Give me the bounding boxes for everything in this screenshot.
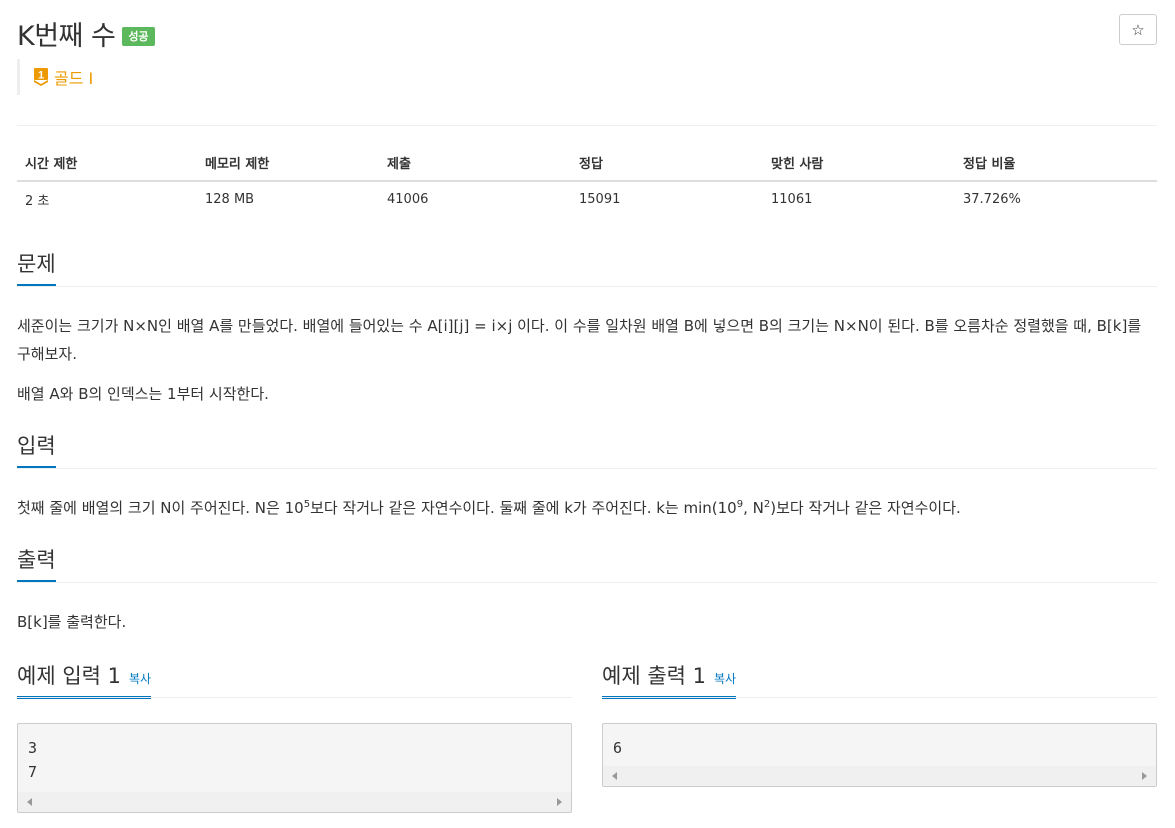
sample-output-content: 6 xyxy=(613,739,623,757)
star-icon: ☆ xyxy=(1131,20,1145,39)
scroll-right-icon[interactable] xyxy=(1142,772,1147,780)
gold-tier-icon: 1 xyxy=(33,67,49,87)
header-time-limit: 시간 제한 xyxy=(17,144,197,182)
tier-number: 1 xyxy=(38,70,44,82)
description-text: 세준이는 크기가 N×N인 배열 A를 만들었다. 배열에 들어있는 수 A[i… xyxy=(17,317,1142,363)
title-row: K번째 수 성공 xyxy=(17,14,155,53)
description-header: 문제 xyxy=(17,248,1157,287)
value-time-limit: 2 초 xyxy=(25,193,50,209)
output-header: 출력 xyxy=(17,544,1157,583)
value-accept-ratio: 37.726% xyxy=(963,191,1021,207)
header-accept-ratio: 정답 비율 xyxy=(955,144,1157,182)
copy-output-button[interactable]: 복사 xyxy=(714,672,736,686)
sample-input-title: 예제 입력 1 복사 xyxy=(17,660,152,699)
input-text: 첫째 줄에 배열의 크기 N이 주어진다. N은 105보다 작거나 같은 자연… xyxy=(17,499,961,517)
star-button[interactable]: ☆ xyxy=(1119,14,1157,45)
output-title: 출력 xyxy=(17,544,56,583)
header-accepted: 정답 xyxy=(571,144,763,182)
info-value-row: 2 초 128 MB 41006 15091 11061 37.726% xyxy=(17,181,1157,216)
header-solved-users: 맞힌 사람 xyxy=(763,144,955,182)
header-memory-limit: 메모리 제한 xyxy=(197,144,379,182)
sample-output-box[interactable]: 6 xyxy=(602,723,1157,787)
description-text-2: 배열 A와 B의 인덱스는 1부터 시작한다. xyxy=(17,385,269,403)
horizontal-scrollbar[interactable] xyxy=(603,766,1156,786)
sample-input-content: 3 7 xyxy=(28,739,38,781)
description-title: 문제 xyxy=(17,248,56,287)
value-submissions: 41006 xyxy=(387,191,429,207)
sample-output-header: 예제 출력 1 복사 xyxy=(602,660,1157,699)
scroll-left-icon[interactable] xyxy=(27,798,32,806)
header-submissions: 제출 xyxy=(379,144,571,182)
horizontal-scrollbar[interactable] xyxy=(18,792,571,812)
tier-badge[interactable]: 1 골드 I xyxy=(17,59,93,95)
input-header: 입력 xyxy=(17,430,1157,469)
value-solved-users: 11061 xyxy=(771,191,813,207)
value-memory-limit: 128 MB xyxy=(205,191,255,207)
info-header-row: 시간 제한 메모리 제한 제출 정답 맞힌 사람 정답 비율 xyxy=(17,144,1157,182)
sample-output-title: 예제 출력 1 복사 xyxy=(602,660,737,699)
divider xyxy=(17,125,1157,126)
tier-label: 골드 I xyxy=(54,69,94,88)
problem-info-table: 시간 제한 메모리 제한 제출 정답 맞힌 사람 정답 비율 2 초 128 M… xyxy=(17,144,1157,216)
page-title: K번째 수 xyxy=(17,21,116,52)
value-accepted: 15091 xyxy=(579,191,621,207)
copy-input-button[interactable]: 복사 xyxy=(129,672,151,686)
result-badge: 성공 xyxy=(122,27,155,46)
output-text: B[k]를 출력한다. xyxy=(17,613,127,631)
input-title: 입력 xyxy=(17,430,56,469)
sample-input-box[interactable]: 3 7 xyxy=(17,723,572,813)
sample-input-header: 예제 입력 1 복사 xyxy=(17,660,572,699)
scroll-left-icon[interactable] xyxy=(612,772,617,780)
scroll-right-icon[interactable] xyxy=(557,798,562,806)
